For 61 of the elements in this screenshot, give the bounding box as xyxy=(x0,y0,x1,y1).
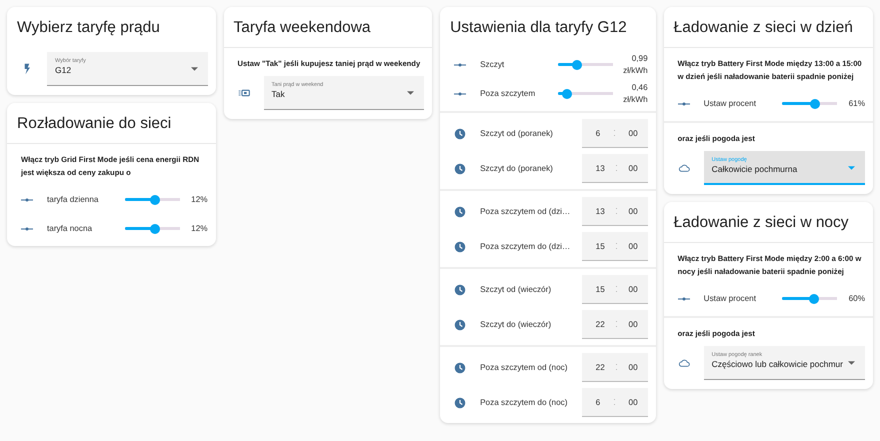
slider-thumb[interactable] xyxy=(150,194,160,204)
time-field[interactable]: 13 00 xyxy=(582,197,648,226)
caret-icon xyxy=(848,166,855,170)
slider-icon xyxy=(21,196,33,202)
time-field[interactable]: 15 00 xyxy=(582,232,648,261)
slider-icon xyxy=(454,90,466,96)
toggle-icon xyxy=(238,87,250,99)
card-title: Rozładowanie do sieci xyxy=(17,115,172,132)
slider-value: 0,46 zł/kWh xyxy=(622,82,648,106)
time-label: Szczyt do (poranek) xyxy=(480,164,554,173)
time-field[interactable]: 6 00 xyxy=(582,388,648,417)
slider-value: 12% xyxy=(190,194,208,206)
cloud-icon xyxy=(678,357,690,369)
slider-label: taryfa nocna xyxy=(47,224,94,233)
time-label: Szczyt od (wieczór) xyxy=(480,285,552,294)
clock-icon xyxy=(454,206,466,218)
time-field[interactable]: 22 00 xyxy=(582,310,648,339)
time-field[interactable]: 22 00 xyxy=(582,353,648,382)
clock-icon xyxy=(454,128,466,140)
slider-value: 60% xyxy=(848,292,865,304)
cloud-icon xyxy=(678,162,690,174)
caret-icon xyxy=(407,91,414,95)
slider-value: 61% xyxy=(848,98,865,110)
time-label: Szczyt do (wieczór) xyxy=(480,320,552,329)
clock-icon xyxy=(454,284,466,296)
slider-icon xyxy=(678,296,690,302)
slider-icon xyxy=(21,226,33,232)
slider-thumb[interactable] xyxy=(150,224,160,234)
clock-icon xyxy=(454,362,466,374)
slider-thumb[interactable] xyxy=(572,60,582,70)
slider-value: 12% xyxy=(190,222,208,234)
card-title: Ustawienia dla taryfy G12 xyxy=(450,19,627,36)
slider-label: Ustaw procent xyxy=(704,99,757,108)
time-label: Szczyt od (poranek) xyxy=(480,129,554,138)
card-title: Taryfa weekendowa xyxy=(234,19,371,36)
time-label: Poza szczytem do (noc) xyxy=(480,398,568,407)
slider-icon xyxy=(454,62,466,68)
slider-icon xyxy=(678,100,690,106)
clock-icon xyxy=(454,240,466,252)
card-title: Ładowanie z sieci w dzień xyxy=(674,19,853,36)
card-title: Ładowanie z sieci w nocy xyxy=(674,214,849,231)
slider-thumb[interactable] xyxy=(809,294,820,304)
slider-label: Poza szczytem xyxy=(480,89,536,98)
time-field[interactable]: 15 00 xyxy=(582,275,648,304)
caret-icon xyxy=(190,67,198,71)
slider-value: 0,99 zł/kWh xyxy=(622,52,648,76)
time-label: Poza szczytem od (dzi… xyxy=(480,207,572,216)
time-field[interactable]: 6 00 xyxy=(582,119,648,148)
slider-label: taryfa dzienna xyxy=(47,195,100,204)
clock-icon xyxy=(454,318,466,330)
slider-label: Szczyt xyxy=(480,60,506,69)
card-title: Wybierz taryfę prądu xyxy=(17,19,160,36)
caret-icon xyxy=(848,361,855,365)
clock-icon xyxy=(454,162,466,174)
time-label: Poza szczytem do (dzi… xyxy=(480,242,572,251)
time-label: Poza szczytem od (noc) xyxy=(480,363,568,372)
clock-icon xyxy=(454,396,466,408)
slider-label: Ustaw procent xyxy=(704,294,757,303)
time-field[interactable]: 13 00 xyxy=(582,154,648,183)
slider-thumb[interactable] xyxy=(810,98,820,108)
slider-thumb[interactable] xyxy=(562,88,572,98)
